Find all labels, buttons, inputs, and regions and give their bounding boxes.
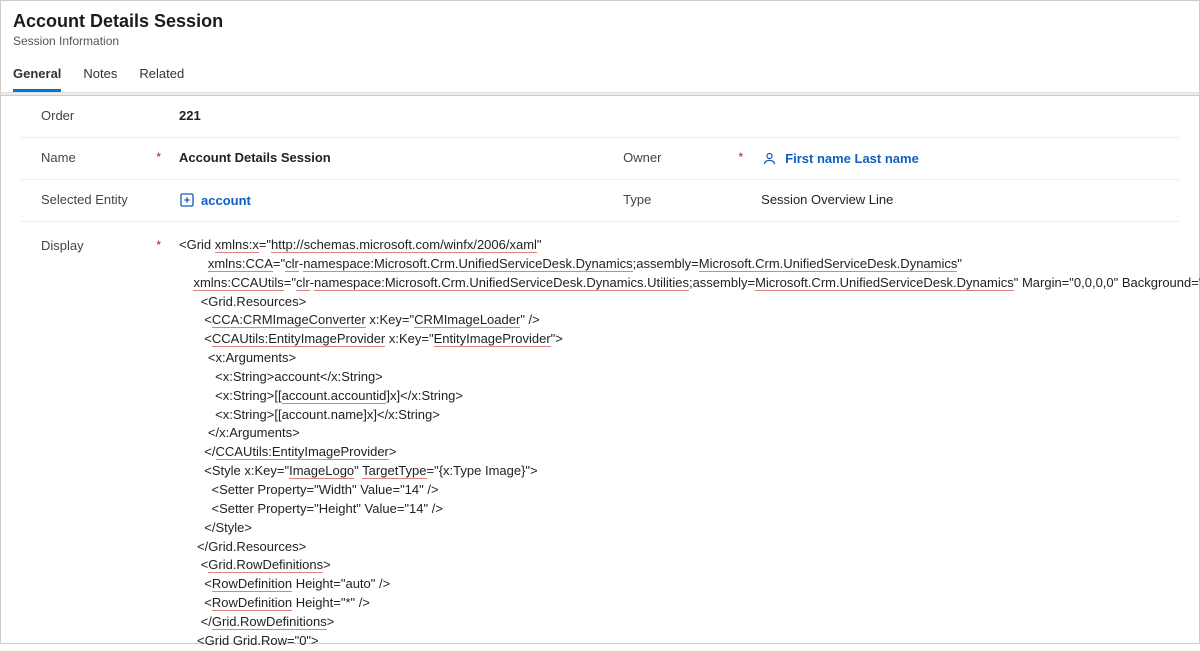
form-body: Order 221 Name* Account Details Session … (1, 96, 1199, 651)
label-type: Type (623, 180, 753, 217)
label-name: Name* (21, 138, 171, 175)
required-marker: * (156, 238, 161, 252)
tabs: General Notes Related (1, 54, 1199, 93)
label-selected-entity: Selected Entity (21, 180, 171, 217)
value-display[interactable]: <Grid xmlns:x="http://schemas.microsoft.… (171, 226, 1200, 651)
value-order[interactable]: 221 (171, 96, 623, 133)
entity-icon (179, 192, 195, 208)
row-entity-type: Selected Entity account Type Session Ove… (21, 180, 1179, 222)
value-selected-entity[interactable]: account (171, 180, 623, 221)
value-type[interactable]: Session Overview Line (753, 180, 1179, 217)
required-marker: * (738, 150, 743, 164)
page-title: Account Details Session (13, 11, 1187, 32)
row-display: Display* <Grid xmlns:x="http://schemas.m… (21, 222, 1179, 651)
value-name[interactable]: Account Details Session (171, 138, 623, 175)
tab-notes[interactable]: Notes (83, 66, 117, 92)
label-owner: Owner* (623, 138, 753, 175)
page-subtitle: Session Information (13, 34, 1187, 48)
required-marker: * (156, 150, 161, 164)
label-display: Display* (21, 226, 171, 651)
selected-entity-link[interactable]: account (201, 193, 251, 208)
row-order: Order 221 (21, 96, 1179, 138)
row-name-owner: Name* Account Details Session Owner* Fir… (21, 138, 1179, 180)
tab-related[interactable]: Related (139, 66, 184, 92)
person-icon (761, 150, 777, 166)
owner-link[interactable]: First name Last name (785, 151, 919, 166)
label-order: Order (21, 96, 171, 133)
tab-general[interactable]: General (13, 66, 61, 92)
value-owner[interactable]: First name Last name (753, 138, 1179, 179)
form-header: Account Details Session Session Informat… (1, 1, 1199, 54)
